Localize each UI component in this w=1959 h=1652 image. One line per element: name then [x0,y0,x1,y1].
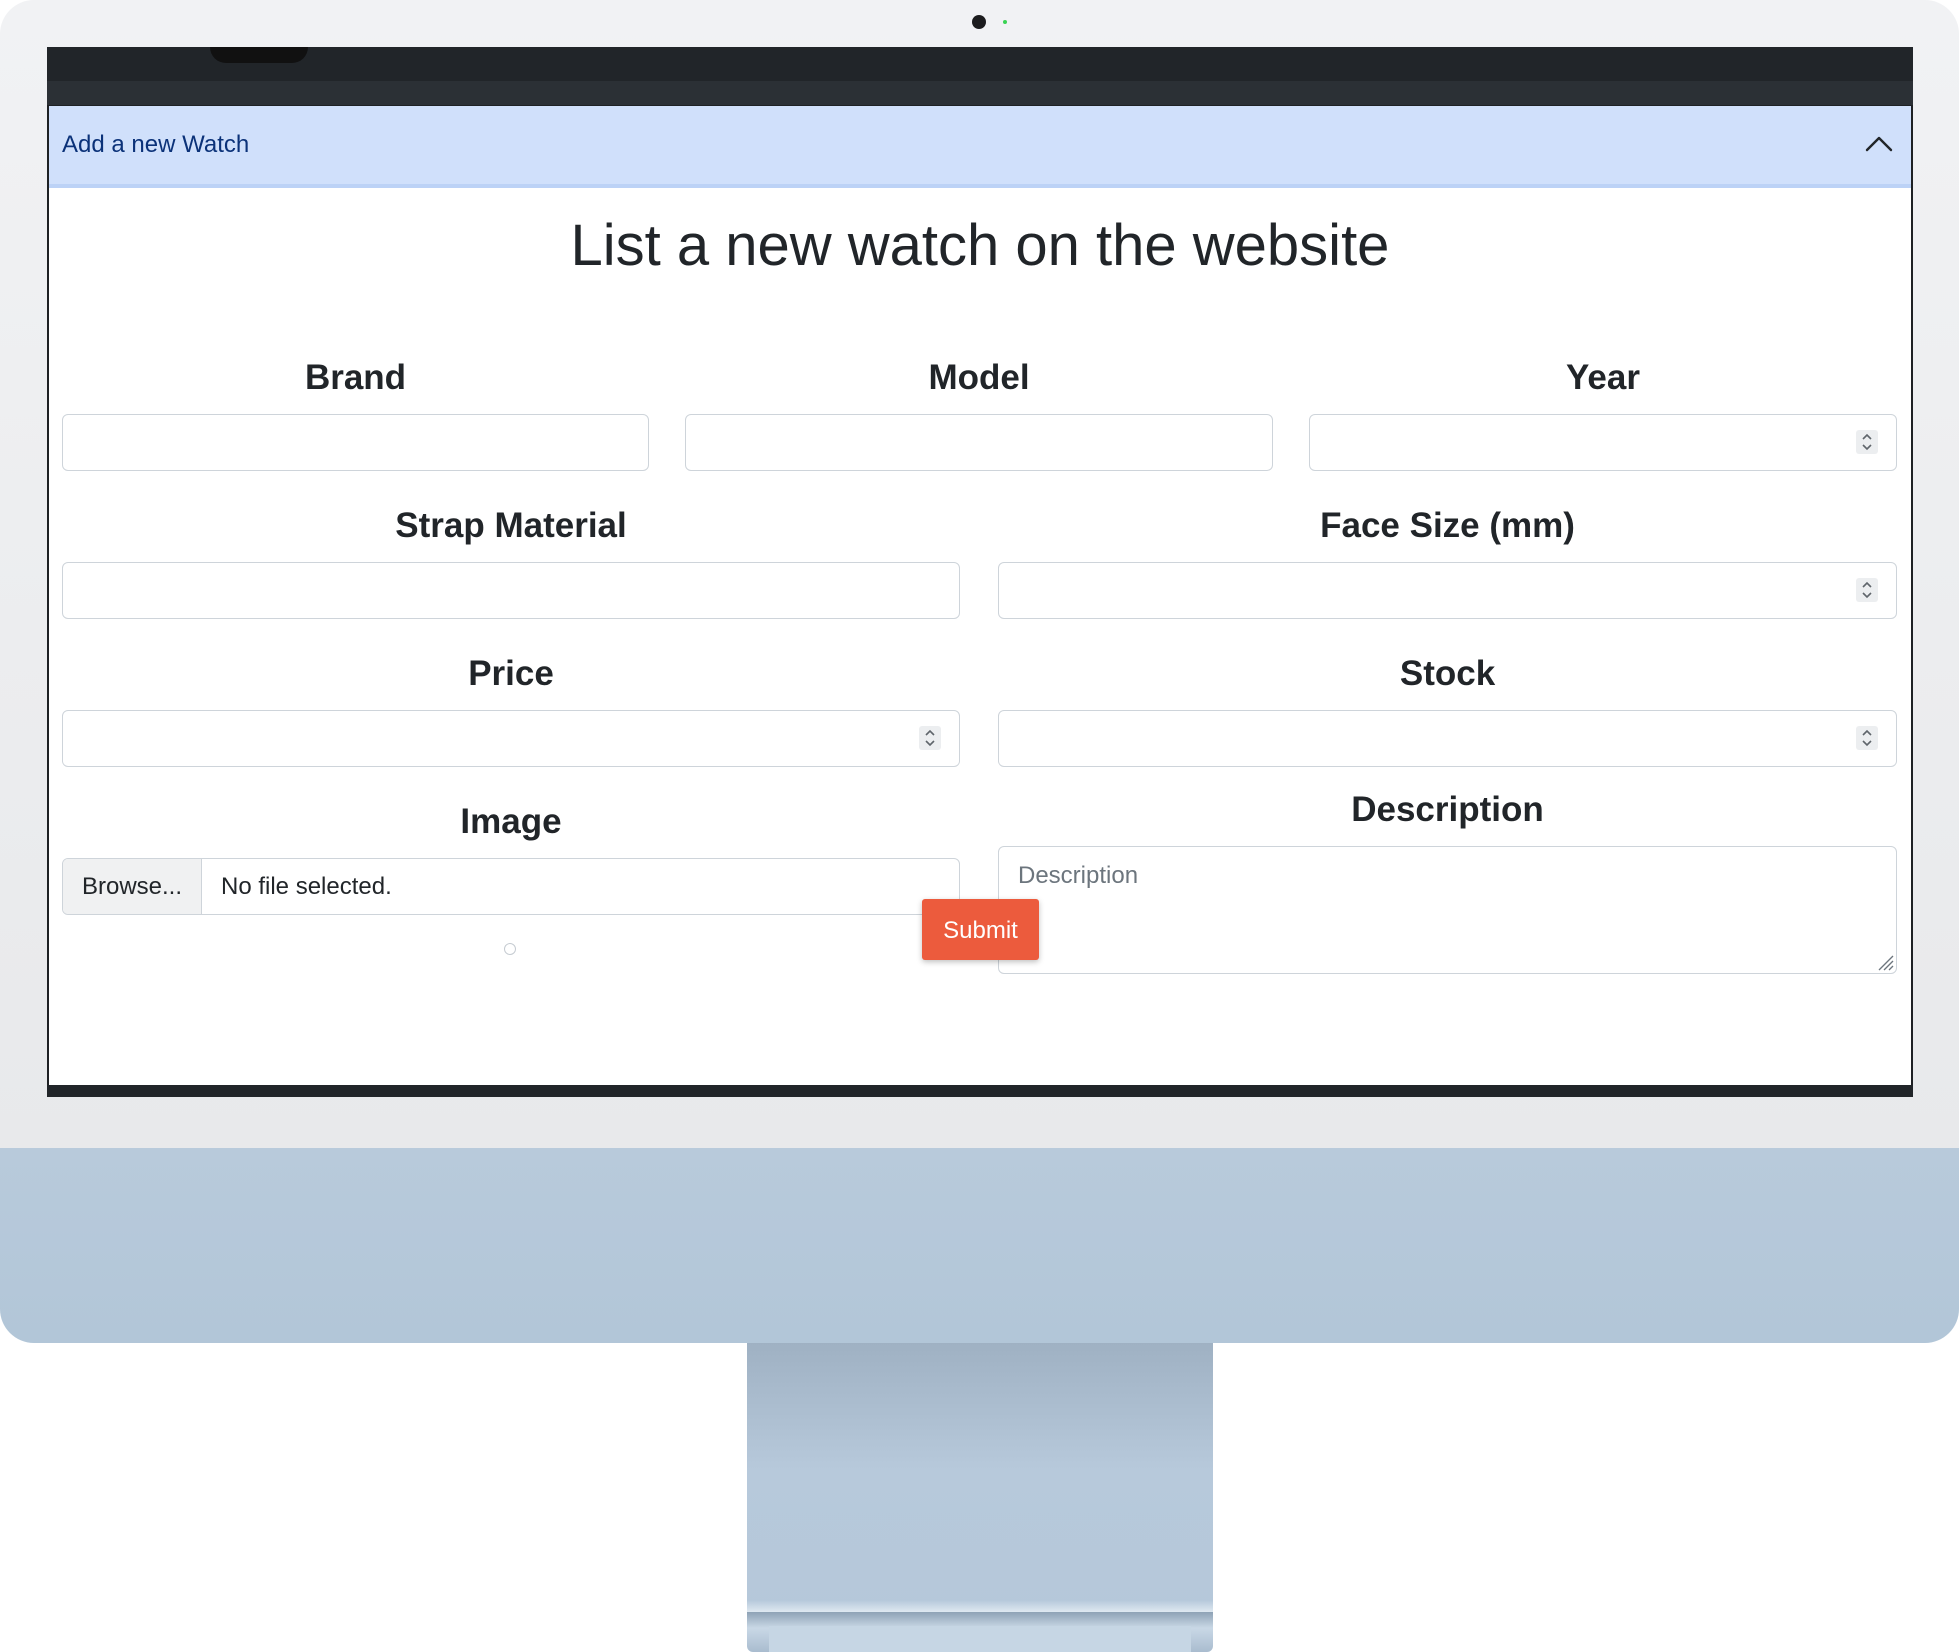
accordion-toggle-add-watch[interactable]: Add a new Watch [49,106,1911,188]
monitor-stand-foot [747,1612,1213,1652]
form-title: List a new watch on the website [570,213,1390,278]
strap-material-label: Strap Material [395,506,627,545]
monitor-stand [747,1343,1213,1625]
face-size-stepper[interactable] [1856,578,1878,602]
price-label: Price [468,654,554,693]
description-placeholder: Description [1018,862,1139,889]
model-input[interactable] [685,414,1273,471]
chevron-up-icon[interactable] [1865,134,1893,154]
camera-indicator-light [1003,20,1007,24]
monitor-screen: Add a new Watch List a new watch on the … [47,47,1913,1097]
navbar-lower-band [47,81,1913,105]
navbar [47,47,1913,105]
stock-stepper[interactable] [1856,726,1878,750]
year-stepper[interactable] [1856,430,1878,454]
image-label: Image [460,802,562,841]
webcam-icon [972,15,986,29]
monitor-stand-foot-inner [769,1626,1191,1652]
stock-input[interactable] [998,710,1897,767]
monitor-bezel: Add a new Watch List a new watch on the … [0,0,1959,1148]
strap-material-input[interactable] [62,562,960,619]
price-stepper[interactable] [919,726,941,750]
monitor-chin [0,1148,1959,1343]
resize-grip-icon[interactable] [1876,953,1894,971]
year-input[interactable] [1309,414,1897,471]
stepper-arrows-icon [1862,729,1872,747]
model-label: Model [928,358,1030,397]
stepper-arrows-icon [1862,433,1872,451]
description-textarea[interactable]: Description [998,846,1897,974]
submit-button[interactable]: Submit [922,899,1039,960]
stepper-arrows-icon [925,729,935,747]
description-label: Description [1351,790,1544,829]
file-status-text: No file selected. [221,873,392,900]
brand-input[interactable] [62,414,649,471]
accordion-title: Add a new Watch [62,131,250,158]
screen-bottom-bar [47,1085,1913,1097]
stepper-arrows-icon [1862,581,1872,599]
browse-button[interactable]: Browse... [63,859,202,914]
face-size-input[interactable] [998,562,1897,619]
image-preview-indicator [504,943,516,955]
navbar-logo [210,47,308,63]
brand-label: Brand [304,358,407,397]
page-content: Add a new Watch List a new watch on the … [49,106,1911,1085]
year-label: Year [1566,358,1640,397]
image-file-input[interactable]: Browse... No file selected. [62,858,960,915]
face-size-label: Face Size (mm) [1320,506,1575,545]
price-input[interactable] [62,710,960,767]
stock-label: Stock [1399,654,1496,693]
